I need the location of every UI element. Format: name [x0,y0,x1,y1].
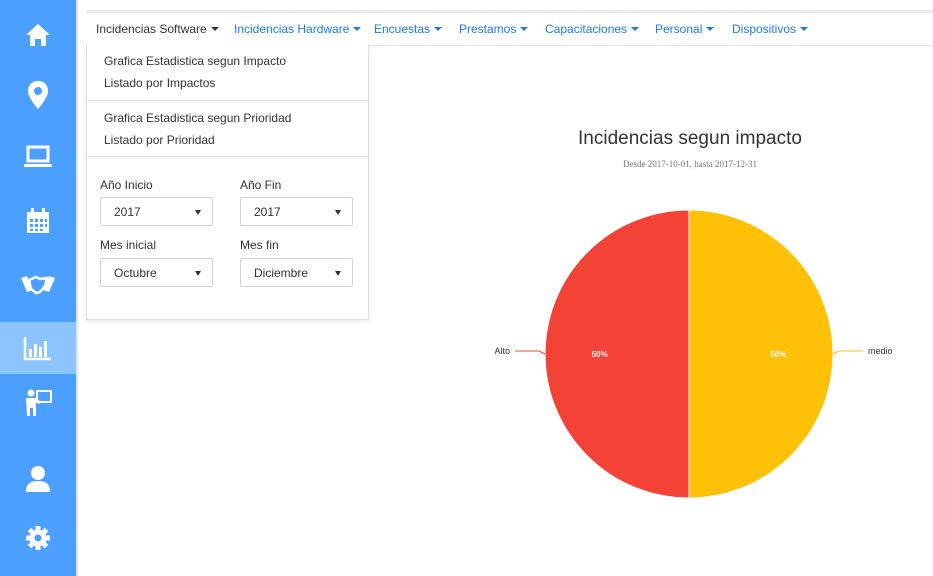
pie-category-label: Alto [494,346,510,356]
pie-percent-label: 50% [770,350,786,359]
pie-label-connector [832,350,863,355]
pie-label-connector [515,350,546,355]
pie-percent-label: 50% [592,350,608,359]
pie-slice-medio[interactable] [688,209,834,499]
pie-chart: 50% medio 50% Alto [494,209,893,499]
pie-slice-alto[interactable] [544,209,690,499]
pie-category-label: medio [868,346,893,356]
